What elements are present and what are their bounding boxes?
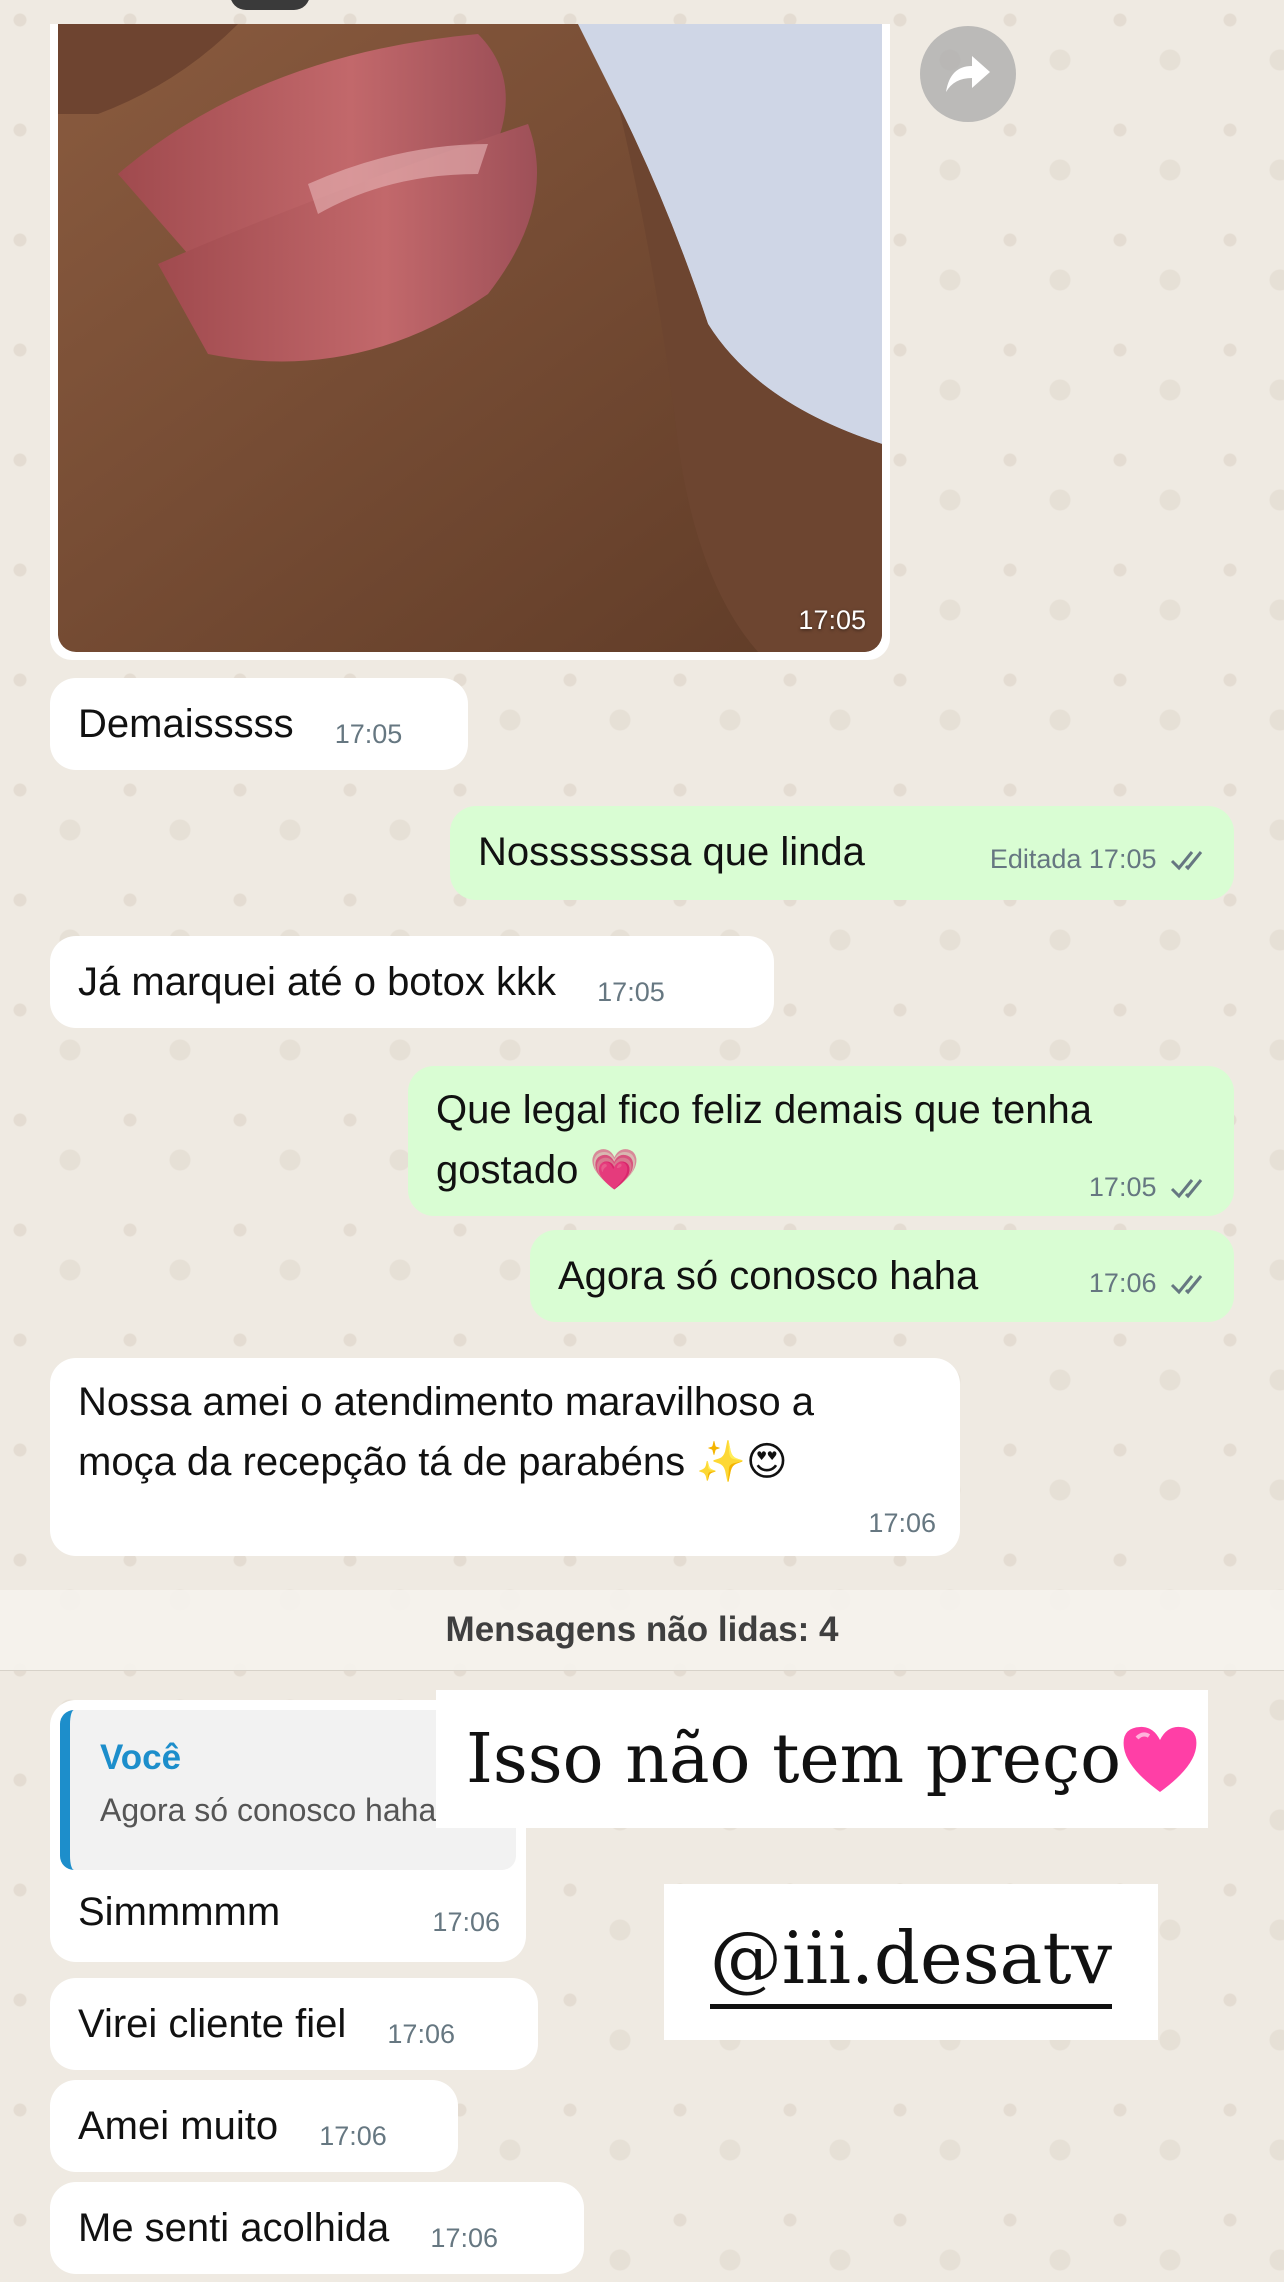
double-check-icon: [1170, 1179, 1203, 1199]
message-time: 17:06: [319, 2121, 387, 2151]
quoted-author: Você: [100, 1738, 182, 1777]
outgoing-message[interactable]: Que legal fico feliz demais que tenha go…: [408, 1066, 1234, 1216]
incoming-message[interactable]: Virei cliente fiel 17:06: [50, 1978, 538, 2070]
caption-sticker: Isso não tem preço: [436, 1690, 1208, 1828]
outgoing-message[interactable]: Agora só conosco haha 17:06: [530, 1230, 1234, 1322]
forward-arrow-icon: [946, 56, 990, 92]
pink-heart-icon: [1123, 1726, 1197, 1792]
lips-photo[interactable]: 17:05: [58, 24, 882, 652]
message-time: 17:06: [868, 1508, 936, 1538]
top-pill: [230, 0, 310, 10]
quoted-text: Agora só conosco haha: [100, 1792, 437, 1828]
photo-timestamp: 17:05: [798, 605, 866, 635]
message-time: 17:06: [430, 2223, 498, 2253]
message-text: Agora só conosco haha: [558, 1254, 979, 1298]
incoming-message[interactable]: Me senti acolhida 17:06: [50, 2182, 584, 2274]
message-text: Demaisssss: [78, 702, 294, 746]
message-time: 17:06: [387, 2019, 455, 2049]
photo-message[interactable]: 17:05: [50, 24, 890, 660]
message-text: Amei muito: [78, 2104, 279, 2148]
message-time: 17:05: [1088, 1172, 1157, 1202]
message-text-line-2: moça da recepção tá de parabéns ✨😍: [78, 1440, 788, 1484]
message-time: 17:06: [1088, 1268, 1157, 1298]
message-time: 17:05: [334, 719, 403, 749]
message-time: 17:05: [597, 977, 665, 1007]
incoming-message[interactable]: Já marquei até o botox kkk 17:05: [50, 936, 774, 1028]
message-text-line-1: Que legal fico feliz demais que tenha: [436, 1088, 1092, 1132]
incoming-message[interactable]: Nossa amei o atendimento maravilhoso a m…: [50, 1358, 960, 1556]
message-text: Já marquei até o botox kkk: [78, 960, 557, 1004]
incoming-message[interactable]: Amei muito 17:06: [50, 2080, 458, 2172]
message-text: Nosssssssa que linda: [478, 830, 865, 874]
double-check-icon: [1170, 851, 1203, 871]
forward-button[interactable]: [920, 26, 1016, 122]
incoming-message[interactable]: Demaisssss 17:05: [50, 678, 468, 770]
double-check-icon: [1170, 1275, 1203, 1295]
message-text: Virei cliente fiel: [78, 2002, 347, 2046]
message-time: 17:06: [432, 1907, 500, 1937]
edited-label: Editada: [989, 844, 1082, 874]
message-time: 17:05: [1088, 844, 1157, 874]
unread-divider: Mensagens não lidas: 4: [0, 1590, 1284, 1671]
message-text-line-1: Nossa amei o atendimento maravilhoso a: [78, 1380, 814, 1424]
message-text: Me senti acolhida: [78, 2206, 390, 2250]
outgoing-message[interactable]: Nosssssssa que linda Editada 17:05: [450, 806, 1234, 900]
caption-text: Isso não tem preço: [466, 1719, 1122, 1799]
handle-text: @iii.desatv: [709, 1916, 1113, 2009]
message-text: Simmmmm: [78, 1890, 281, 1934]
handle-sticker: @iii.desatv: [664, 1884, 1158, 2040]
